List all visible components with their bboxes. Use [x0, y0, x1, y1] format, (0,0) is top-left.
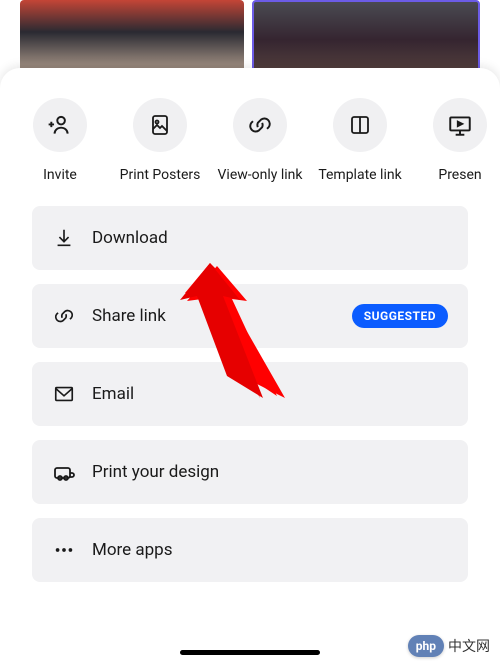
php-badge: php: [408, 635, 444, 657]
share-item-label: Invite: [43, 166, 77, 186]
print-design-button[interactable]: Print your design: [32, 440, 468, 504]
email-icon: [52, 382, 76, 406]
download-button[interactable]: Download: [32, 206, 468, 270]
share-template-link-button[interactable]: Template link: [310, 98, 410, 186]
list-item-label: More apps: [92, 540, 448, 560]
more-apps-button[interactable]: More apps: [32, 518, 468, 582]
share-item-label: Template link: [318, 166, 401, 186]
share-invite-button[interactable]: Invite: [10, 98, 110, 186]
list-item-label: Download: [92, 228, 448, 248]
link-icon: [233, 98, 287, 152]
action-list: Download Share link SUGGESTED Email: [0, 186, 500, 582]
share-link-icon: [52, 304, 76, 328]
share-item-label: Presen: [438, 166, 481, 186]
suggested-badge: SUGGESTED: [352, 304, 448, 328]
share-link-button[interactable]: Share link SUGGESTED: [32, 284, 468, 348]
download-icon: [52, 226, 76, 250]
email-button[interactable]: Email: [32, 362, 468, 426]
share-present-button[interactable]: Presen: [410, 98, 500, 186]
share-item-label: View-only link: [218, 166, 303, 186]
list-item-label: Print your design: [92, 462, 448, 482]
invite-icon: [33, 98, 87, 152]
share-view-only-link-button[interactable]: View-only link: [210, 98, 310, 186]
present-icon: [433, 98, 487, 152]
print-icon: [133, 98, 187, 152]
home-indicator[interactable]: [180, 650, 320, 655]
watermark: php 中文网: [408, 635, 490, 657]
share-item-label: Print Posters: [120, 166, 201, 186]
print-design-icon: [52, 460, 76, 484]
share-sheet: Invite Print Posters View-only link: [0, 68, 500, 665]
template-icon: [333, 98, 387, 152]
list-item-label: Email: [92, 384, 448, 404]
share-print-posters-button[interactable]: Print Posters: [110, 98, 210, 186]
share-options-row: Invite Print Posters View-only link: [0, 98, 500, 186]
watermark-text: 中文网: [448, 636, 490, 656]
list-item-label: Share link: [92, 306, 352, 326]
more-icon: [52, 538, 76, 562]
